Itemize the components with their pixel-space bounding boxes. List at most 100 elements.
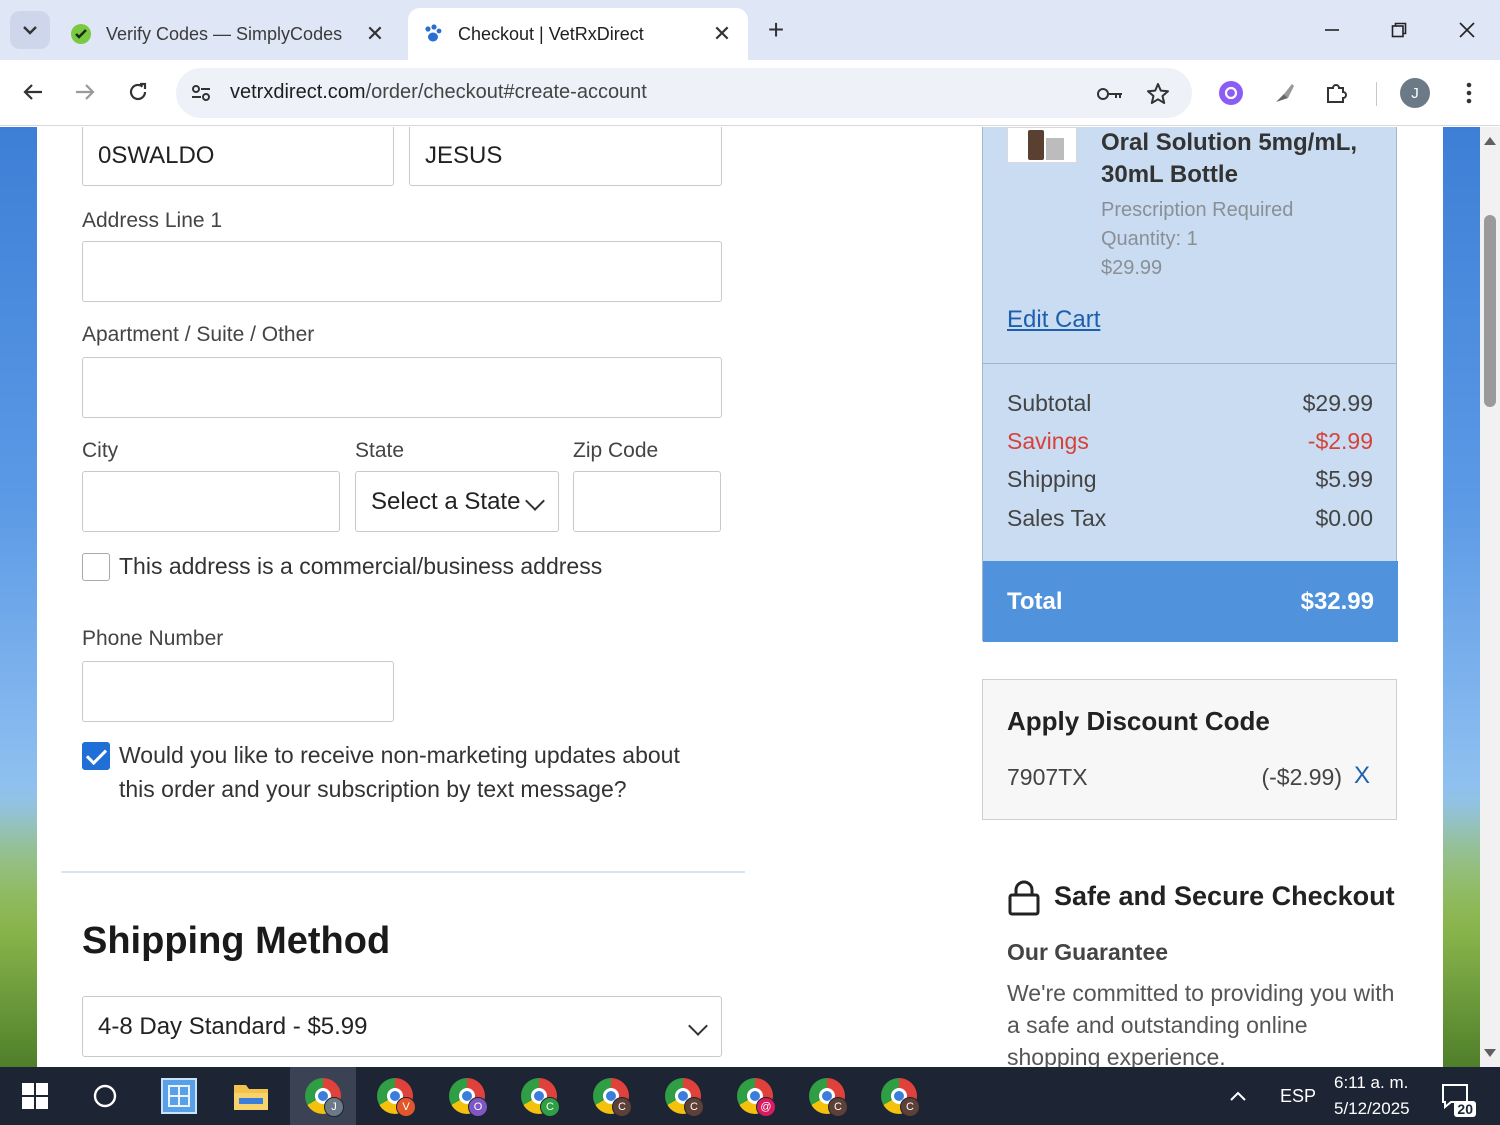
show-hidden-icons-button[interactable] [1218, 1067, 1258, 1125]
input-language[interactable]: ESP [1280, 1086, 1316, 1107]
taskbar-chrome-profile-v[interactable]: V [362, 1067, 428, 1125]
subtotal-value: $29.99 [1302, 390, 1373, 416]
total-value: $32.99 [1300, 587, 1374, 615]
discount-code-box: Apply Discount Code 7907TX (-$2.99) X [982, 679, 1397, 820]
product-image[interactable] [1007, 127, 1077, 163]
minimize-icon [1325, 29, 1339, 31]
close-tab-icon[interactable]: ✕ [363, 21, 387, 46]
close-icon [1459, 22, 1475, 38]
url-domain: vetrxdirect.com [230, 81, 366, 103]
chevron-down-icon [525, 491, 545, 511]
start-button[interactable] [2, 1067, 68, 1125]
taskbar-chrome-profile-at[interactable]: @ [722, 1067, 788, 1125]
clock-date[interactable]: 5/12/2025 [1334, 1099, 1410, 1119]
minimize-button[interactable] [1309, 12, 1355, 48]
extension-brush-icon[interactable] [1270, 78, 1300, 108]
address1-input[interactable] [82, 241, 722, 302]
scroll-down-arrow-icon[interactable] [1484, 1049, 1496, 1057]
site-info-icon[interactable] [188, 80, 214, 106]
subtotal-label: Subtotal [1007, 390, 1092, 416]
search-circle-icon [93, 1084, 117, 1108]
tab-checkout[interactable]: Checkout | VetRxDirect ✕ [408, 8, 748, 60]
clock-time[interactable]: 6:11 a. m. [1334, 1073, 1408, 1093]
section-divider [61, 871, 745, 873]
close-tab-icon[interactable]: ✕ [710, 21, 734, 46]
commercial-address-label: This address is a commercial/business ad… [119, 553, 603, 579]
scrollbar-thumb[interactable] [1484, 215, 1496, 407]
checkout-page: 0SWALDO JESUS Address Line 1 Apartment /… [37, 127, 1443, 1067]
taskbar-chrome-profile-c3[interactable]: C [650, 1067, 716, 1125]
tab-simplycodes[interactable]: Verify Codes — SimplyCodes ✕ [56, 8, 401, 60]
reload-button[interactable] [120, 74, 156, 110]
sms-updates-label-line2: this order and your subscription by text… [119, 776, 627, 802]
arrow-left-icon [23, 84, 42, 100]
taskbar-app-blueprint[interactable] [146, 1067, 212, 1125]
sms-updates-checkbox[interactable] [82, 742, 110, 770]
vetrx-paw-icon [422, 23, 444, 45]
taskbar-chrome-profile-c1[interactable]: C [506, 1067, 572, 1125]
profile-badge: C [900, 1097, 920, 1117]
password-key-icon[interactable] [1096, 80, 1124, 108]
last-name-input[interactable]: JESUS [409, 127, 722, 186]
state-select[interactable]: Select a State [355, 471, 559, 532]
bookmark-star-icon[interactable] [1144, 80, 1172, 108]
kebab-menu-icon[interactable] [1454, 78, 1484, 108]
profile-badge: @ [756, 1097, 776, 1117]
savings-value: -$2.99 [1307, 428, 1373, 454]
zip-input[interactable] [573, 471, 721, 532]
address2-input[interactable] [82, 357, 722, 418]
profile-badge: O [468, 1097, 488, 1117]
extensions-puzzle-icon[interactable] [1322, 78, 1352, 108]
tab-strip: Verify Codes — SimplyCodes ✕ Checkout | … [0, 0, 1500, 60]
taskbar-chrome-profile-c5[interactable]: C [866, 1067, 932, 1125]
blueprint-app-icon [161, 1078, 197, 1114]
first-name-input[interactable]: 0SWALDO [82, 127, 394, 186]
taskbar-chrome-profile-j[interactable]: J [290, 1067, 356, 1125]
back-button[interactable] [15, 74, 51, 110]
tab-title: Checkout | VetRxDirect [458, 23, 644, 44]
taskbar-chrome-profile-c4[interactable]: C [794, 1067, 860, 1125]
notification-center-button[interactable]: 20 [1430, 1067, 1480, 1125]
restore-button[interactable] [1376, 12, 1422, 48]
shipping-row: Shipping $5.99 [1007, 466, 1373, 493]
tab-title: Verify Codes — SimplyCodes [106, 23, 343, 44]
shipping-method-select[interactable]: 4-8 Day Standard - $5.99 [82, 996, 722, 1057]
discount-amount: (-$2.99) [1261, 764, 1342, 790]
order-summary: Oral Solution 5mg/mL, 30mL Bottle Prescr… [982, 127, 1398, 642]
lock-icon [1008, 880, 1040, 916]
city-label: City [82, 439, 119, 462]
tab-search-button[interactable] [10, 11, 50, 49]
extension-purple-icon[interactable] [1216, 78, 1246, 108]
url-path: /order/checkout#create-account [365, 81, 647, 103]
remove-discount-button[interactable]: X [1354, 762, 1370, 790]
edit-cart-link[interactable]: Edit Cart [1007, 306, 1100, 334]
address1-label: Address Line 1 [82, 209, 223, 232]
sales-tax-row: Sales Tax $0.00 [1007, 505, 1373, 532]
discount-code: 7907TX [1007, 764, 1088, 790]
state-label: State [355, 439, 405, 462]
search-button[interactable] [72, 1067, 138, 1125]
address-bar[interactable]: vetrxdirect.com/order/checkout#create-ac… [176, 68, 1192, 118]
shipping-method-title: Shipping Method [82, 920, 391, 962]
commercial-address-checkbox[interactable] [82, 553, 110, 581]
phone-input[interactable] [82, 661, 394, 722]
profile-avatar[interactable]: J [1400, 78, 1430, 108]
background-scenery [1440, 807, 1480, 1067]
new-tab-button[interactable]: + [760, 14, 792, 46]
scroll-up-arrow-icon[interactable] [1484, 137, 1496, 145]
city-input[interactable] [82, 471, 340, 532]
profile-badge: J [324, 1097, 344, 1117]
guarantee-title: Our Guarantee [1007, 939, 1169, 965]
close-window-button[interactable] [1444, 12, 1490, 48]
sales-tax-label: Sales Tax [1007, 505, 1107, 531]
product-box [1046, 138, 1064, 160]
toolbar-divider [1376, 82, 1377, 106]
page-scrollbar[interactable] [1480, 127, 1500, 1067]
chevron-up-icon [1230, 1091, 1246, 1101]
product-name[interactable]: Oral Solution 5mg/mL, 30mL Bottle [1101, 127, 1381, 191]
taskbar-file-explorer[interactable] [218, 1067, 284, 1125]
taskbar-chrome-profile-o[interactable]: O [434, 1067, 500, 1125]
profile-badge: C [684, 1097, 704, 1117]
taskbar-chrome-profile-c2[interactable]: C [578, 1067, 644, 1125]
forward-button[interactable] [67, 74, 103, 110]
